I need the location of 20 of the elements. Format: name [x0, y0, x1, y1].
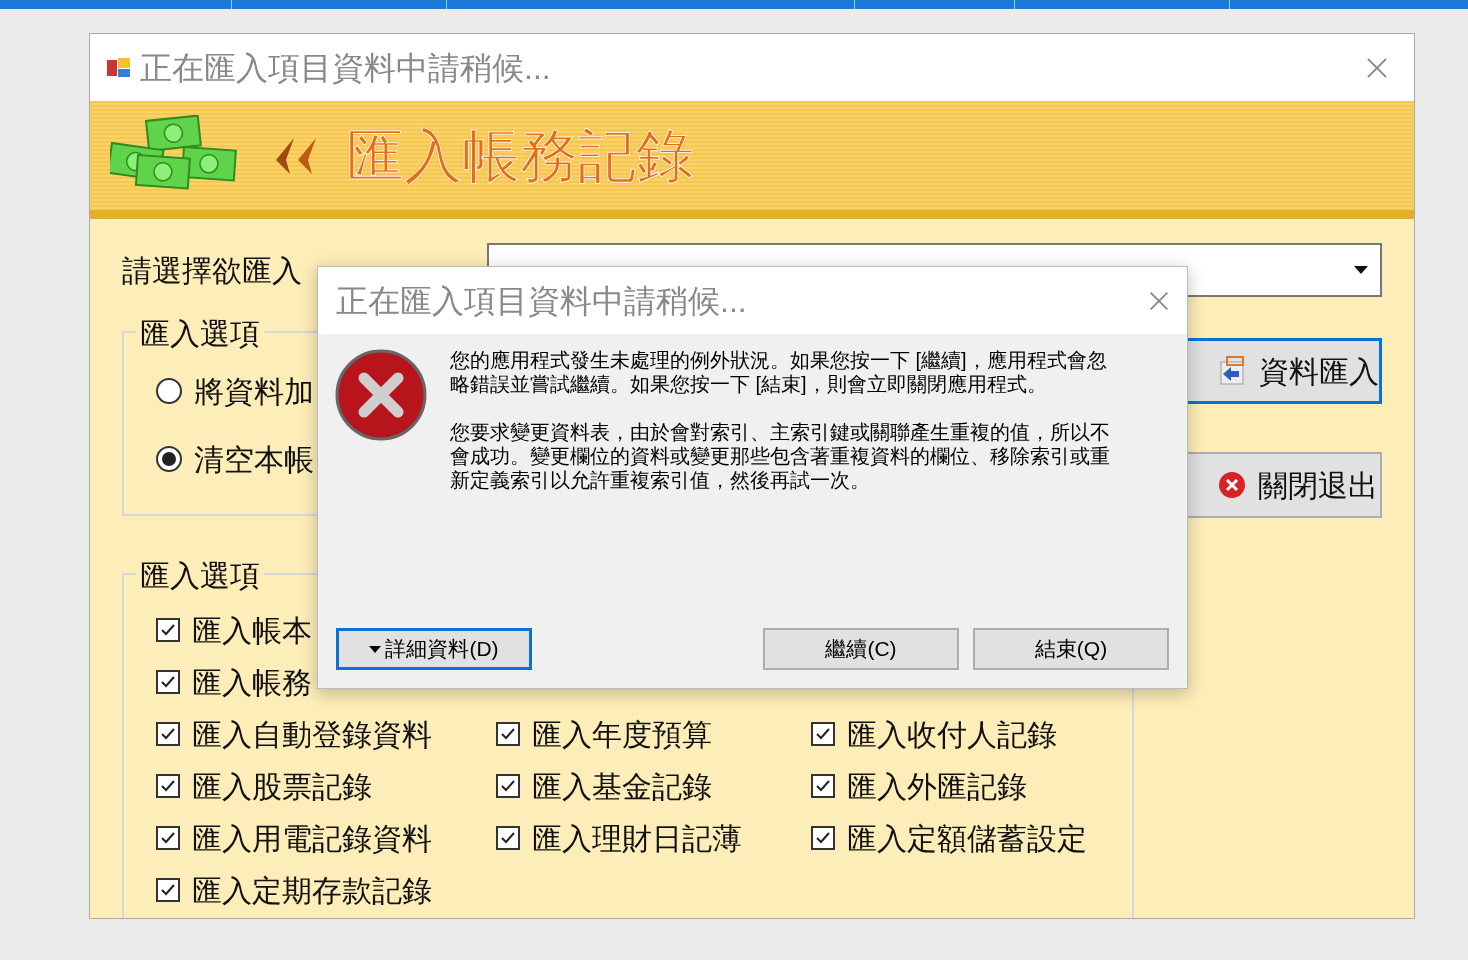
checkbox-label: 匯入年度預算	[532, 716, 712, 753]
radio-label: 將資料加	[194, 373, 314, 410]
checkbox-label: 匯入自動登錄資料	[192, 716, 432, 753]
error-message: 您的應用程式發生未處理的例外狀況。如果您按一下 [繼續]，應用程式會忽略錯誤並嘗試繼續。如果您按一下 [結束]，則會立即關閉應用程式。	[450, 348, 1108, 396]
checkbox-label: 匯入帳務	[192, 664, 312, 701]
dialog-title: 正在匯入項目資料中請稍候...	[336, 281, 748, 321]
checkbox-label: 匯入帳本	[192, 612, 312, 649]
window-title: 正在匯入項目資料中請稍候...	[140, 48, 551, 88]
checkbox-label: 匯入股票記錄	[192, 768, 372, 805]
file-label: 請選擇欲匯入	[122, 252, 303, 289]
checkbox-label: 匯入定期存款記錄	[192, 872, 432, 909]
checkbox-label: 匯入理財日記薄	[532, 820, 742, 857]
checkbox-label: 匯入定額儲蓄設定	[847, 820, 1087, 857]
checkbox-label: 匯入收付人記錄	[847, 716, 1057, 753]
checkbox-label: 匯入外匯記錄	[847, 768, 1027, 805]
radio-label: 清空本帳	[194, 441, 314, 478]
banner-title: 匯入帳務記錄	[346, 122, 694, 190]
checkbox-label: 匯入用電記錄資料	[192, 820, 432, 857]
checkbox-label: 匯入基金記錄	[532, 768, 712, 805]
error-message: 您要求變更資料表，由於會對索引、主索引鍵或關聯產生重複的值，所以不會成功。變更欄位的資料或變更那些包含著重複資料的欄位、移除索引或重新定義索引以允許重複索引值，然後再試一次。	[450, 420, 1111, 492]
